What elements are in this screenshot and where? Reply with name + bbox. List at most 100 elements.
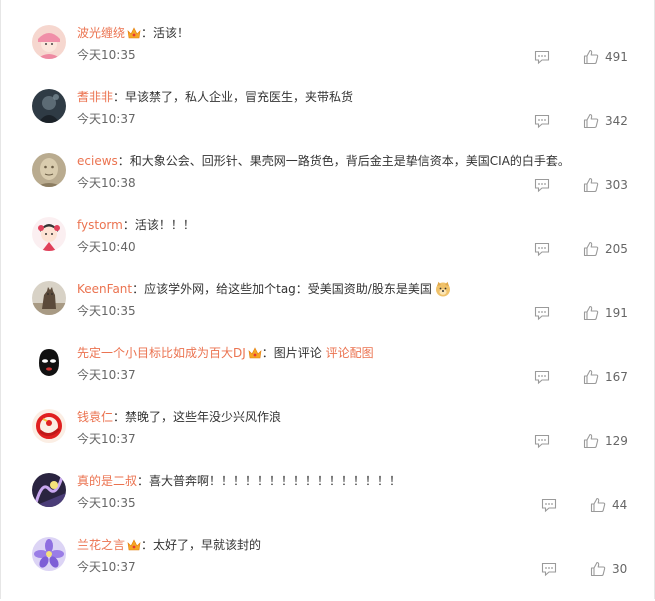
comment-time: 今天10:35	[77, 304, 136, 318]
colon: ：	[113, 90, 126, 104]
username-link[interactable]: fystorm	[77, 218, 123, 232]
comment-time: 今天10:40	[77, 240, 136, 254]
like-button[interactable]: 30	[590, 560, 627, 578]
comment-list: 波光缠绕 ：活该！ 今天10:35 491 耆非非：早该禁了，私人企业，冒充医生，…	[0, 0, 655, 599]
colon: ：	[141, 26, 154, 40]
comment-line: 兰花之言 ：太好了，早就该封的	[77, 537, 261, 553]
comment-time: 今天10:35	[77, 48, 136, 62]
avatar[interactable]	[32, 345, 66, 379]
thumbs-up-icon	[583, 241, 599, 257]
comment-time: 今天10:37	[77, 432, 136, 446]
comment-item: 钱袁仁：禁晚了，这些年没少兴风作浪 今天10:37 129	[1, 409, 655, 473]
comment-time: 今天10:37	[77, 560, 136, 574]
doge-emoji-icon	[435, 281, 451, 297]
username-link[interactable]: 先定一个小目标比如成为百大DJ	[77, 346, 246, 360]
colon: ：	[132, 282, 145, 296]
comment-time: 今天10:38	[77, 176, 136, 190]
username-link[interactable]: 耆非非	[77, 90, 113, 104]
thumbs-up-icon	[590, 561, 606, 577]
comment-line: 真的是二叔：喜大普奔啊！！！！！！！！！！！！！！！！	[77, 473, 401, 489]
colon: ：	[137, 474, 150, 488]
colon: ：	[113, 410, 126, 424]
colon: ：	[122, 218, 135, 232]
comment-item: KeenFant：应该学外网，给这些加个tag：受美国资助/股东是美国 今天10…	[1, 281, 655, 345]
colon: ：	[117, 154, 130, 168]
username-link[interactable]: 波光缠绕	[77, 26, 125, 40]
like-button[interactable]: 342	[583, 112, 628, 130]
comment-text: 早该禁了，私人企业，冒充医生，夹带私货	[125, 90, 354, 104]
avatar[interactable]	[32, 217, 66, 251]
vip-crown-icon	[127, 27, 141, 39]
vip-crown-icon	[248, 347, 262, 359]
comment-item: 耆非非：早该禁了，私人企业，冒充医生，夹带私货 今天10:37 342	[1, 89, 655, 153]
username-link[interactable]: eciews	[77, 154, 118, 168]
comment-line: 耆非非：早该禁了，私人企业，冒充医生，夹带私货	[77, 89, 353, 105]
avatar[interactable]	[32, 281, 66, 315]
like-button[interactable]: 191	[583, 304, 628, 322]
comment-icon[interactable]	[534, 433, 550, 449]
avatar[interactable]	[32, 409, 66, 443]
comment-item: 波光缠绕 ：活该！ 今天10:35 491	[1, 25, 655, 89]
comment-item: fystorm：活该！！！ 今天10:40 205	[1, 217, 655, 281]
like-button[interactable]: 205	[583, 240, 628, 258]
comment-time: 今天10:35	[77, 496, 136, 510]
colon: ：	[141, 538, 154, 552]
comment-text: 喜大普奔啊！！！！！！！！！！！！！！！！	[149, 474, 402, 488]
avatar[interactable]	[32, 25, 66, 59]
comment-line: 波光缠绕 ：活该！	[77, 25, 189, 41]
avatar[interactable]	[32, 473, 66, 507]
like-count: 129	[605, 434, 628, 448]
comment-icon[interactable]	[534, 241, 550, 257]
avatar[interactable]	[32, 153, 66, 187]
comment-text: 图片评论	[273, 346, 326, 360]
vip-crown-icon	[127, 539, 141, 551]
comment-item: eciews：和大象公会、回形针、果壳网一路货色，背后金主是挚信资本，美国CIA…	[1, 153, 655, 217]
thumbs-up-icon	[590, 497, 606, 513]
comment-line: eciews：和大象公会、回形针、果壳网一路货色，背后金主是挚信资本，美国CIA…	[77, 153, 570, 169]
like-button[interactable]: 491	[583, 48, 628, 66]
username-link[interactable]: 钱袁仁	[77, 410, 113, 424]
thumbs-up-icon	[583, 113, 599, 129]
image-comment-link[interactable]: 评论配图	[326, 346, 374, 360]
username-link[interactable]: KeenFant	[77, 282, 132, 296]
comment-text: 活该！！！	[134, 218, 195, 232]
comment-line: KeenFant：应该学外网，给这些加个tag：受美国资助/股东是美国	[77, 281, 451, 297]
comment-text: 应该学外网，给这些加个tag：受美国资助/股东是美国	[144, 282, 432, 296]
comment-icon[interactable]	[541, 561, 557, 577]
like-count: 44	[612, 498, 628, 512]
thumbs-up-icon	[583, 369, 599, 385]
thumbs-up-icon	[583, 49, 599, 65]
thumbs-up-icon	[583, 433, 599, 449]
comment-item: 兰花之言 ：太好了，早就该封的 今天10:37 30	[1, 537, 655, 601]
comment-icon[interactable]	[534, 305, 550, 321]
comment-item: 先定一个小目标比如成为百大DJ ：图片评论 评论配图 今天10:37 167	[1, 345, 655, 409]
comment-icon[interactable]	[541, 497, 557, 513]
comment-icon[interactable]	[534, 369, 550, 385]
comment-line: 钱袁仁：禁晚了，这些年没少兴风作浪	[77, 409, 281, 425]
comment-line: 先定一个小目标比如成为百大DJ ：图片评论 评论配图	[77, 345, 374, 361]
comment-text: 和大象公会、回形针、果壳网一路货色，背后金主是挚信资本，美国CIA的白手套。	[129, 154, 570, 168]
comment-text: 禁晚了，这些年没少兴风作浪	[125, 410, 282, 424]
comment-text: 太好了，早就该封的	[153, 538, 262, 552]
like-count: 342	[605, 114, 628, 128]
comment-icon[interactable]	[534, 113, 550, 129]
like-count: 30	[612, 562, 628, 576]
comment-icon[interactable]	[534, 49, 550, 65]
username-link[interactable]: 真的是二叔	[77, 474, 137, 488]
colon: ：	[261, 346, 274, 360]
comment-icon[interactable]	[534, 177, 550, 193]
username-link[interactable]: 兰花之言	[77, 538, 125, 552]
like-count: 191	[605, 306, 628, 320]
comment-line: fystorm：活该！！！	[77, 217, 195, 233]
comment-text: 活该！	[153, 26, 190, 40]
like-count: 167	[605, 370, 628, 384]
thumbs-up-icon	[583, 305, 599, 321]
comment-item: 真的是二叔：喜大普奔啊！！！！！！！！！！！！！！！！ 今天10:35 44	[1, 473, 655, 537]
avatar[interactable]	[32, 537, 66, 571]
like-button[interactable]: 129	[583, 432, 628, 450]
like-button[interactable]: 303	[583, 176, 628, 194]
like-button[interactable]: 44	[590, 496, 627, 514]
avatar[interactable]	[32, 89, 66, 123]
like-button[interactable]: 167	[583, 368, 628, 386]
comment-time: 今天10:37	[77, 368, 136, 382]
